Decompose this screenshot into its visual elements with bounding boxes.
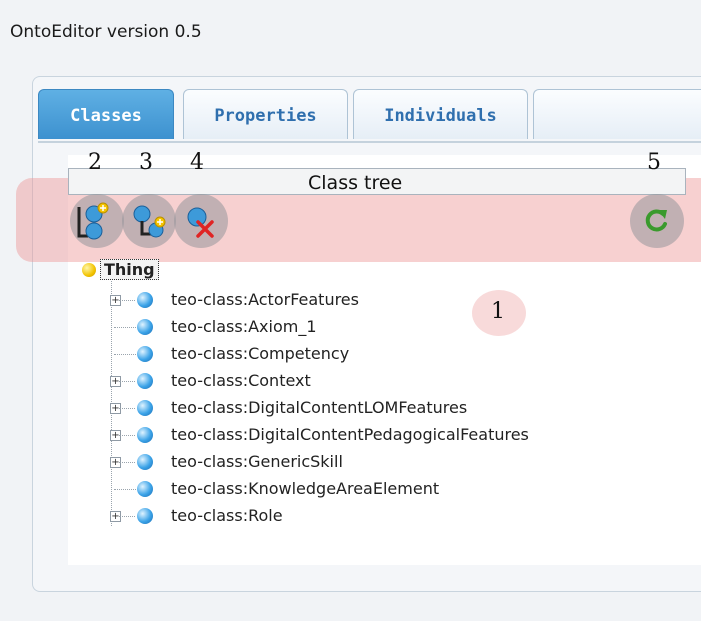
- root-node-icon: [82, 263, 96, 277]
- tree-item[interactable]: + teo-class:GenericSkill: [78, 451, 638, 478]
- tree-item-label: teo-class:DigitalContentLOMFeatures: [171, 398, 468, 417]
- delete-class-button[interactable]: [174, 194, 228, 248]
- callout-2: 2: [88, 150, 102, 175]
- class-node-icon: [137, 481, 153, 497]
- tree-item[interactable]: teo-class:Competency: [78, 343, 638, 370]
- app-title: OntoEditor version 0.5: [10, 22, 202, 42]
- tree-item-label: teo-class:ActorFeatures: [171, 290, 359, 309]
- class-node-icon: [137, 292, 153, 308]
- tab-empty: [533, 89, 701, 139]
- tree-header-title: Class tree: [308, 172, 403, 194]
- tree-item[interactable]: + teo-class:DigitalContentPedagogicalFea…: [78, 424, 638, 451]
- class-node-icon: [137, 427, 153, 443]
- callout-3: 3: [139, 150, 153, 175]
- tree-item-label: teo-class:Competency: [171, 344, 350, 363]
- tree-root[interactable]: Thing: [82, 258, 202, 282]
- tab-bar: Classes Properties Individuals: [38, 89, 701, 143]
- add-sibling-class-button[interactable]: [122, 194, 176, 248]
- tree-item[interactable]: + teo-class:Role: [78, 505, 638, 532]
- tree-item-label: teo-class:GenericSkill: [171, 452, 343, 471]
- refresh-button[interactable]: [630, 194, 684, 248]
- class-node-icon: [137, 508, 153, 524]
- tree-item[interactable]: + teo-class:Context: [78, 370, 638, 397]
- class-node-icon: [137, 373, 153, 389]
- tab-classes[interactable]: Classes: [38, 89, 174, 139]
- callout-4: 4: [190, 150, 204, 175]
- refresh-icon: [645, 209, 667, 232]
- tree-connector: [119, 408, 135, 409]
- tree-item[interactable]: + teo-class:ActorFeatures: [78, 289, 638, 316]
- class-node-icon: [137, 400, 153, 416]
- add-subclass-icon: [77, 202, 109, 240]
- tree-item-label: teo-class:Axiom_1: [171, 317, 317, 336]
- add-subclass-button[interactable]: [70, 194, 124, 248]
- tree-connector: [119, 300, 135, 301]
- tree-connector: [114, 489, 136, 490]
- tree-connector: [119, 435, 135, 436]
- class-node-icon: [137, 454, 153, 470]
- tree-connector: [119, 516, 135, 517]
- tree-item[interactable]: + teo-class:DigitalContentLOMFeatures: [78, 397, 638, 424]
- tab-properties[interactable]: Properties: [183, 89, 348, 139]
- delete-class-icon: [187, 207, 214, 238]
- tree-item-label: teo-class:DigitalContentPedagogicalFeatu…: [171, 425, 529, 444]
- tree-connector: [119, 462, 135, 463]
- tree-connector: [114, 354, 136, 355]
- tree-connector: [119, 381, 135, 382]
- tree-item-label: teo-class:KnowledgeAreaElement: [171, 479, 440, 498]
- callout-5: 5: [647, 150, 661, 175]
- tree-item-label: teo-class:Role: [171, 506, 283, 525]
- class-node-icon: [137, 319, 153, 335]
- tree-connector: [114, 327, 136, 328]
- tab-individuals[interactable]: Individuals: [353, 89, 528, 139]
- class-node-icon: [137, 346, 153, 362]
- root-label: Thing: [100, 259, 159, 280]
- tree-item[interactable]: teo-class:KnowledgeAreaElement: [78, 478, 638, 505]
- add-sibling-class-icon: [133, 205, 166, 238]
- tree-item[interactable]: teo-class:Axiom_1: [78, 316, 638, 343]
- tree-item-label: teo-class:Context: [171, 371, 311, 390]
